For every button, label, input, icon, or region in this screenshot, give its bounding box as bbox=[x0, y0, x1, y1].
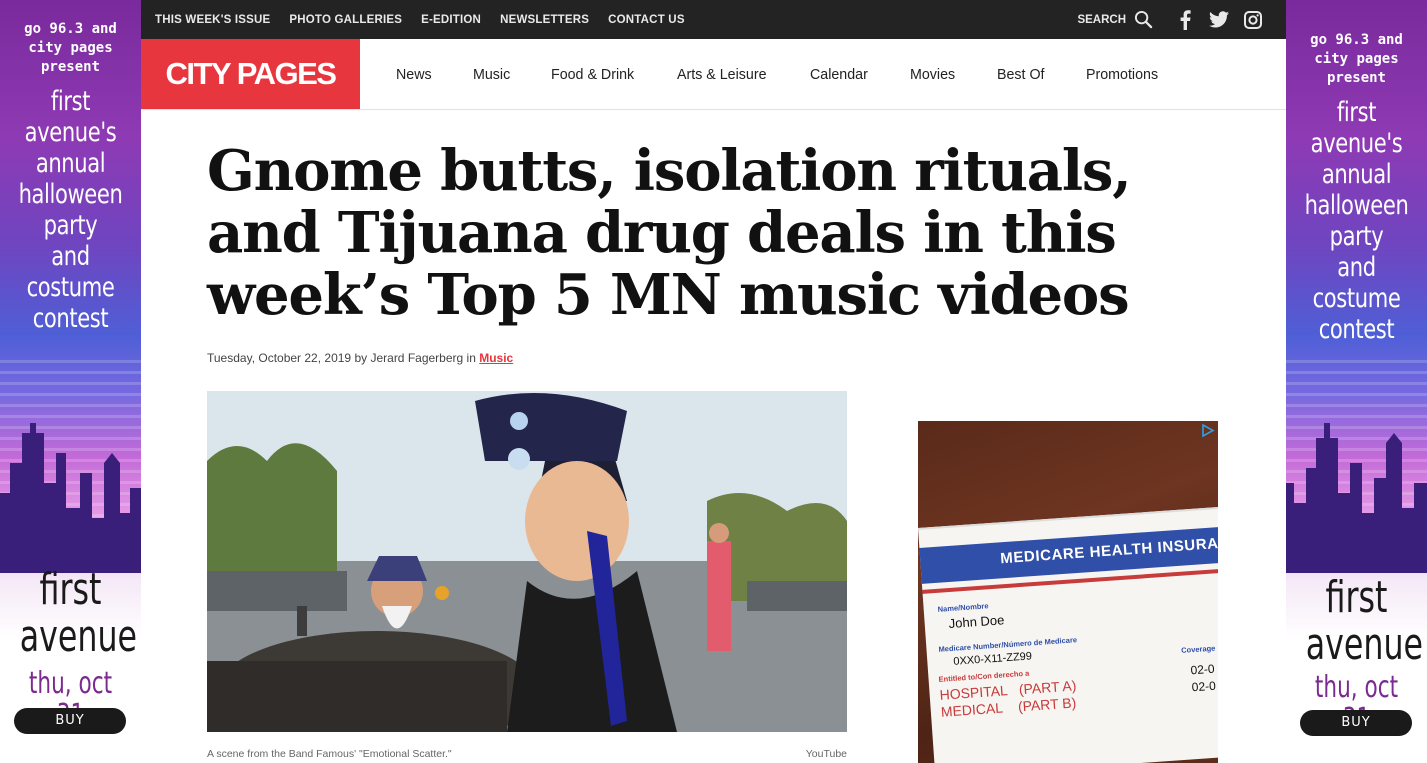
right-skyscraper-ad[interactable]: go 96.3 and city pages present first ave… bbox=[1286, 0, 1427, 763]
ad-headline-line: annual bbox=[35, 148, 106, 179]
ad-headline: first avenue's annual halloween party an… bbox=[1302, 97, 1412, 345]
nav-item-best-of[interactable]: Best Of bbox=[997, 66, 1045, 83]
link-e-edition[interactable]: E-EDITION bbox=[421, 14, 481, 26]
search-icon[interactable] bbox=[1132, 9, 1154, 31]
card-name-value: John Doe bbox=[948, 612, 1005, 632]
medicare-card-image: MEDICARE HEALTH INSURANCE Name/Nombre Jo… bbox=[918, 504, 1218, 763]
top-utility-bar: THIS WEEK'S ISSUE PHOTO GALLERIES E-EDIT… bbox=[141, 0, 1286, 39]
article-byline: Tuesday, October 22, 2019 by Jerard Fage… bbox=[207, 351, 513, 365]
ad-present-text: go 96.3 and city pages present bbox=[1286, 31, 1427, 88]
card-name-label: Name/Nombre bbox=[937, 601, 989, 614]
buy-tickets-button[interactable]: BUY TICKETS bbox=[1300, 710, 1412, 756]
ad-headline-line: costume bbox=[1312, 283, 1401, 314]
adchoices-icon[interactable] bbox=[1200, 423, 1215, 438]
main-nav: News Music Food & Drink Arts & Leisure C… bbox=[396, 39, 1201, 109]
byline-by: by bbox=[354, 351, 368, 365]
ad-headline-line: first avenue's bbox=[1310, 97, 1403, 159]
buy-tickets-button[interactable]: BUY TICKETS bbox=[14, 708, 126, 754]
card-row-medical-date: 02-0 bbox=[1191, 678, 1217, 695]
city-pages-logo[interactable]: CITY PAGES bbox=[141, 39, 360, 109]
card-coverage-label: Coverage bbox=[1180, 643, 1216, 655]
utility-links: THIS WEEK'S ISSUE PHOTO GALLERIES E-EDIT… bbox=[155, 14, 704, 26]
nav-item-food-drink[interactable]: Food & Drink bbox=[551, 66, 634, 83]
skyline-graphic bbox=[1286, 423, 1427, 573]
hero-scene-graphic bbox=[207, 391, 847, 732]
article-category-link[interactable]: Music bbox=[479, 351, 513, 365]
ad-present-line: city pages bbox=[28, 40, 113, 56]
ad-present-line: city pages bbox=[1314, 51, 1399, 67]
nav-item-promotions[interactable]: Promotions bbox=[1086, 66, 1158, 83]
instagram-icon[interactable] bbox=[1242, 9, 1264, 31]
ad-headline-line: and bbox=[51, 241, 90, 272]
ad-venue-line: avenue bbox=[19, 611, 138, 662]
caption-credit: YouTube bbox=[805, 748, 847, 760]
ad-headline-line: annual bbox=[1321, 159, 1392, 190]
ad-headline-line: costume bbox=[26, 272, 115, 303]
ad-headline-line: halloween party bbox=[18, 179, 123, 241]
nav-item-news[interactable]: News bbox=[396, 66, 432, 83]
ad-present-text: go 96.3 and city pages present bbox=[0, 20, 141, 77]
article-author[interactable]: Jerard Fagerberg bbox=[370, 351, 463, 365]
ad-present-line: present bbox=[1326, 70, 1386, 86]
twitter-icon[interactable] bbox=[1208, 9, 1230, 31]
ad-headline: first avenue's annual halloween party an… bbox=[16, 86, 126, 334]
ad-present-line: present bbox=[40, 59, 100, 75]
left-skyscraper-ad[interactable]: go 96.3 and city pages present first ave… bbox=[0, 0, 141, 763]
topbar-tools: SEARCH bbox=[1077, 9, 1264, 31]
nav-item-music[interactable]: Music bbox=[473, 66, 510, 83]
ad-headline-line: halloween party bbox=[1304, 190, 1409, 252]
link-contact-us[interactable]: CONTACT US bbox=[608, 14, 685, 26]
link-newsletters[interactable]: NEWSLETTERS bbox=[500, 14, 589, 26]
ad-venue: first avenue bbox=[19, 564, 138, 662]
nav-item-calendar[interactable]: Calendar bbox=[810, 66, 868, 83]
link-this-weeks-issue[interactable]: THIS WEEK'S ISSUE bbox=[155, 14, 270, 26]
card-number-value: 0XX0-X11-ZZ99 bbox=[953, 650, 1033, 668]
caption-text: A scene from the Band Famous' "Emotional… bbox=[207, 748, 452, 760]
ad-headline-line: contest bbox=[1318, 314, 1395, 345]
image-caption: A scene from the Band Famous' "Emotional… bbox=[207, 748, 847, 760]
article-hero-image[interactable] bbox=[207, 391, 847, 732]
card-row-hospital-date: 02-0 bbox=[1190, 661, 1216, 678]
ad-present-line: go 96.3 and bbox=[24, 21, 117, 37]
facebook-icon[interactable] bbox=[1174, 9, 1196, 31]
nav-item-movies[interactable]: Movies bbox=[910, 66, 955, 83]
article-title: Gnome butts, isolation rituals, and Tiju… bbox=[207, 138, 1132, 328]
ad-present-line: go 96.3 and bbox=[1310, 32, 1403, 48]
ad-venue-line: first bbox=[1325, 572, 1388, 623]
article-date: Tuesday, October 22, 2019 bbox=[207, 351, 352, 365]
sidebar-display-ad[interactable]: MEDICARE HEALTH INSURANCE Name/Nombre Jo… bbox=[918, 421, 1218, 763]
ad-headline-line: first avenue's bbox=[24, 86, 117, 148]
byline-in: in bbox=[466, 351, 476, 365]
nav-item-arts-leisure[interactable]: Arts & Leisure bbox=[677, 66, 767, 83]
link-photo-galleries[interactable]: PHOTO GALLERIES bbox=[289, 14, 402, 26]
site-header: CITY PAGES News Music Food & Drink Arts … bbox=[141, 39, 1286, 110]
ad-headline-line: contest bbox=[32, 303, 109, 334]
skyline-graphic bbox=[0, 423, 141, 573]
ad-venue: first avenue bbox=[1305, 572, 1424, 670]
ad-venue-line: first bbox=[39, 564, 102, 615]
ad-venue-line: avenue bbox=[1305, 619, 1424, 670]
search-label[interactable]: SEARCH bbox=[1077, 14, 1126, 26]
ad-headline-line: and bbox=[1337, 252, 1376, 283]
